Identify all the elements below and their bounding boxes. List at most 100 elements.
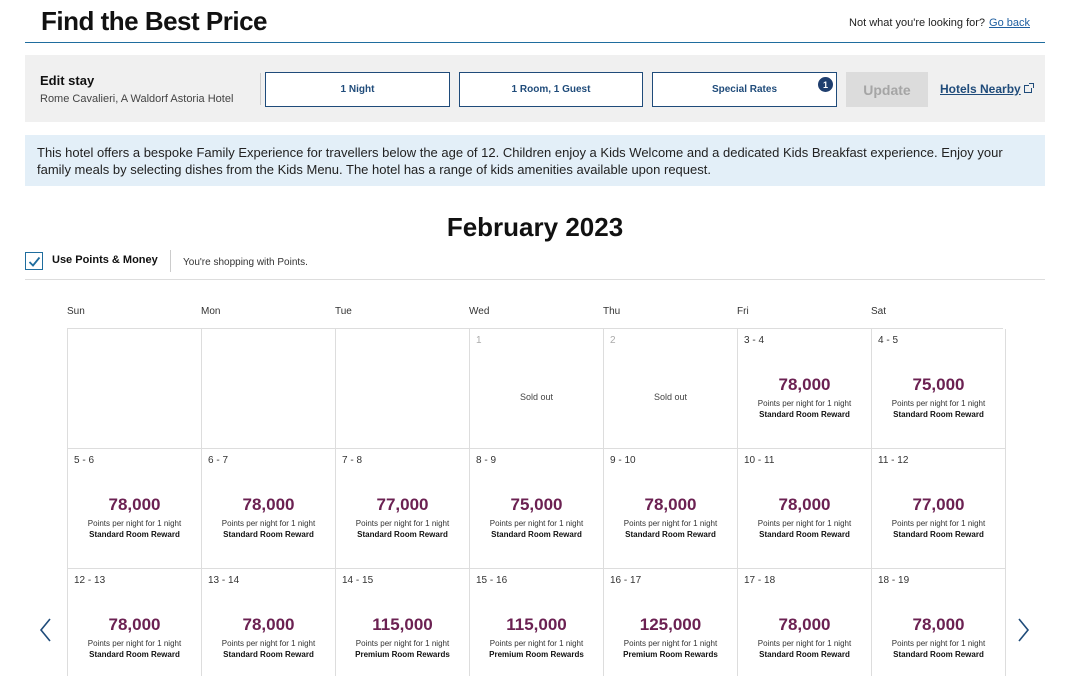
points-price: 115,000	[506, 615, 567, 634]
calendar-day-cell: 2 Sold out	[604, 329, 738, 449]
use-points-money-checkbox[interactable]	[25, 252, 43, 270]
edit-stay-bar: Edit stay Rome Cavalieri, A Waldorf Asto…	[25, 55, 1045, 122]
rooms-guests-button[interactable]: 1 Room, 1 Guest	[459, 72, 643, 107]
day-date: 13 - 14	[208, 575, 240, 586]
day-date: 5 - 6	[74, 455, 95, 466]
next-month-arrow-icon[interactable]	[1013, 617, 1033, 643]
weekday-label: Fri	[737, 306, 749, 317]
points-per-night-note: Points per night for 1 night	[355, 639, 450, 648]
points-price: 78,000	[778, 615, 831, 634]
update-button[interactable]: Update	[846, 72, 928, 107]
calendar-day-cell[interactable]: 12 - 13 78,000 Points per night for 1 nigh…	[68, 569, 202, 676]
points-per-night-note: Points per night for 1 night	[489, 639, 584, 648]
calendar-day-cell[interactable]: 4 - 5 75,000 Points per night for 1 night S…	[872, 329, 1006, 449]
not-looking-label: Not what you're looking for?	[849, 17, 986, 29]
edit-bar-divider	[260, 73, 261, 105]
special-rates-count-badge: 1	[818, 77, 833, 92]
edit-stay-label: Edit stay	[40, 73, 95, 88]
points-per-night-note: Points per night for 1 night	[221, 639, 316, 648]
calendar-day-cell[interactable]: 6 - 7 78,000 Points per night for 1 night S…	[202, 449, 336, 569]
room-reward-type: Premium Room Rewards	[355, 650, 450, 659]
sold-out-label: Sold out	[653, 392, 688, 402]
shopping-with-points-text: You're shopping with Points.	[183, 257, 308, 268]
room-reward-type: Standard Room Reward	[625, 530, 716, 539]
weekday-label: Tue	[335, 306, 352, 317]
hotel-name: Rome Cavalieri, A Waldorf Astoria Hotel	[40, 93, 234, 105]
special-rates-button-label: Special Rates	[711, 84, 778, 95]
special-rates-button[interactable]: Special Rates 1	[652, 72, 837, 107]
day-date: 17 - 18	[744, 575, 776, 586]
room-reward-type: Standard Room Reward	[759, 650, 850, 659]
room-reward-type: Standard Room Reward	[223, 650, 314, 659]
room-reward-type: Standard Room Reward	[893, 650, 984, 659]
room-reward-type: Standard Room Reward	[357, 530, 448, 539]
room-reward-type: Standard Room Reward	[89, 650, 180, 659]
weekday-label: Sun	[67, 306, 85, 317]
calendar-day-cell[interactable]: 16 - 17 125,000 Points per night for 1 nig…	[604, 569, 738, 676]
calendar-day-cell[interactable]: 5 - 6 78,000 Points per night for 1 night S…	[68, 449, 202, 569]
room-reward-type: Premium Room Rewards	[489, 650, 584, 659]
day-date: 6 - 7	[208, 455, 229, 466]
room-reward-type: Standard Room Reward	[759, 410, 850, 419]
points-price: 115,000	[372, 615, 433, 634]
room-reward-type: Standard Room Reward	[759, 530, 850, 539]
day-date: 15 - 16	[476, 575, 508, 586]
go-back-link[interactable]: Go back	[989, 17, 1030, 29]
calendar-day-cell[interactable]: 14 - 15 115,000 Points per night for 1 nig…	[336, 569, 470, 676]
calendar-day-cell[interactable]: 17 - 18 78,000 Points per night for 1 nigh…	[738, 569, 872, 676]
rooms-guests-button-label: 1 Room, 1 Guest	[511, 84, 591, 95]
points-per-night-note: Points per night for 1 night	[623, 519, 718, 528]
page-header: Find the Best Price Not what you're look…	[25, 0, 1045, 43]
calendar-day-cell	[68, 329, 202, 449]
calendar-day-cell[interactable]: 8 - 9 75,000 Points per night for 1 night S…	[470, 449, 604, 569]
calendar-grid: 1 Sold out 2 Sold out 3 - 4 78,000 Points per …	[67, 328, 1006, 676]
calendar-day-cell[interactable]: 13 - 14 78,000 Points per night for 1 nigh…	[202, 569, 336, 676]
page-title: Find the Best Price	[41, 6, 268, 36]
day-date: 7 - 8	[342, 455, 363, 466]
calendar-day-cell[interactable]: 15 - 16 115,000 Points per night for 1 nig…	[470, 569, 604, 676]
day-date: 10 - 11	[744, 455, 775, 466]
calendar-day-cell[interactable]: 18 - 19 78,000 Points per night for 1 nigh…	[872, 569, 1006, 676]
room-reward-type: Standard Room Reward	[893, 530, 984, 539]
points-price: 78,000	[242, 615, 295, 634]
day-date: 2	[610, 335, 616, 346]
use-points-money-label: Use Points & Money	[52, 254, 158, 266]
calendar-day-cell[interactable]: 11 - 12 77,000 Points per night for 1 nigh…	[872, 449, 1006, 569]
points-per-night-note: Points per night for 1 night	[757, 639, 852, 648]
points-per-night-note: Points per night for 1 night	[891, 519, 986, 528]
day-date: 3 - 4	[744, 335, 765, 346]
calendar-day-cell[interactable]: 10 - 11 78,000 Points per night for 1 nigh…	[738, 449, 872, 569]
calendar-day-cell[interactable]: 9 - 10 78,000 Points per night for 1 night…	[604, 449, 738, 569]
points-per-night-note: Points per night for 1 night	[891, 639, 986, 648]
family-info-banner: This hotel offers a bespoke Family Exper…	[25, 135, 1045, 186]
day-date: 8 - 9	[476, 455, 497, 466]
room-reward-type: Standard Room Reward	[89, 530, 180, 539]
calendar-day-cell[interactable]: 7 - 8 77,000 Points per night for 1 night S…	[336, 449, 470, 569]
points-per-night-note: Points per night for 1 night	[891, 399, 986, 408]
points-price: 78,000	[108, 495, 161, 514]
points-price: 78,000	[778, 495, 831, 514]
room-reward-type: Standard Room Reward	[893, 410, 984, 419]
points-price: 78,000	[242, 495, 295, 514]
points-price: 75,000	[510, 495, 563, 514]
calendar-day-cell: 1 Sold out	[470, 329, 604, 449]
hotels-nearby-label: Hotels Nearby	[940, 82, 1021, 96]
day-date: 12 - 13	[74, 575, 106, 586]
points-price: 125,000	[639, 615, 702, 634]
nights-button[interactable]: 1 Night	[265, 72, 450, 107]
room-reward-type: Standard Room Reward	[491, 530, 582, 539]
points-per-night-note: Points per night for 1 night	[221, 519, 316, 528]
checkmark-icon	[28, 256, 41, 267]
weekday-label: Wed	[469, 306, 490, 317]
points-per-night-note: Points per night for 1 night	[489, 519, 584, 528]
hotels-nearby-link[interactable]: Hotels Nearby	[940, 82, 1034, 96]
room-reward-type: Premium Room Rewards	[623, 650, 718, 659]
points-price: 77,000	[376, 495, 429, 514]
sold-out-label: Sold out	[519, 392, 554, 402]
weekday-label: Sat	[871, 306, 887, 317]
points-price: 78,000	[644, 495, 697, 514]
previous-month-arrow-icon[interactable]	[36, 617, 56, 643]
weekday-label: Mon	[201, 306, 221, 317]
calendar-day-cell[interactable]: 3 - 4 78,000 Points per night for 1 night S…	[738, 329, 872, 449]
points-per-night-note: Points per night for 1 night	[757, 399, 852, 408]
